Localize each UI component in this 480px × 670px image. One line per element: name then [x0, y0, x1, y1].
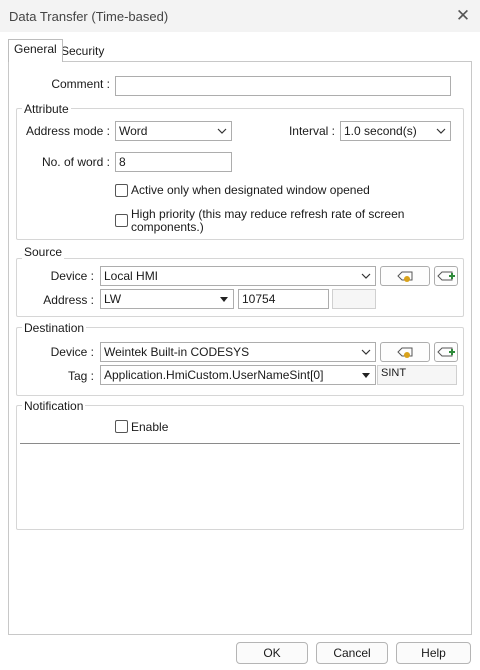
- source-legend: Source: [22, 245, 65, 259]
- destination-device-select[interactable]: Weintek Built-in CODESYS: [100, 342, 376, 362]
- source-address-input[interactable]: 10754: [238, 289, 329, 309]
- cancel-button[interactable]: Cancel: [316, 642, 388, 664]
- address-mode-value: Word: [119, 124, 148, 138]
- comment-label: Comment :: [51, 77, 110, 91]
- notification-legend: Notification: [22, 399, 86, 413]
- notification-enable-label: Enable: [131, 420, 169, 434]
- active-only-label: Active only when designated window opene…: [131, 183, 370, 197]
- chevron-down-icon: [361, 273, 371, 279]
- source-device-value: Local HMI: [104, 269, 159, 283]
- source-address-type-select[interactable]: LW: [100, 289, 234, 309]
- destination-device-label: Device :: [50, 345, 94, 359]
- help-button[interactable]: Help: [396, 642, 471, 664]
- destination-device-settings-button[interactable]: [380, 342, 430, 362]
- source-device-settings-button[interactable]: [380, 266, 430, 286]
- interval-select[interactable]: 1.0 second(s): [340, 121, 451, 141]
- notification-divider: [20, 443, 460, 444]
- tag-settings-icon: [397, 347, 413, 358]
- source-device-add-button[interactable]: [434, 266, 458, 286]
- notification-enable-checkbox[interactable]: [115, 420, 128, 433]
- destination-legend: Destination: [22, 321, 87, 335]
- high-priority-checkbox[interactable]: [115, 214, 128, 227]
- tag-add-icon: [437, 271, 455, 281]
- comment-input[interactable]: [115, 76, 451, 96]
- address-mode-select[interactable]: Word: [115, 121, 232, 141]
- tag-settings-icon: [397, 271, 413, 282]
- triangle-down-icon: [220, 297, 228, 302]
- source-address-label: Address :: [43, 293, 94, 307]
- notification-group: [16, 405, 464, 530]
- source-device-select[interactable]: Local HMI: [100, 266, 376, 286]
- tag-add-icon: [437, 347, 455, 357]
- ok-button[interactable]: OK: [236, 642, 308, 664]
- high-priority-label-line2: components.): [131, 220, 204, 234]
- source-device-label: Device :: [50, 269, 94, 283]
- chevron-down-icon: [361, 349, 371, 355]
- active-only-checkbox[interactable]: [115, 184, 128, 197]
- interval-label: Interval :: [288, 124, 335, 138]
- close-icon[interactable]: ✕: [452, 6, 474, 26]
- interval-value: 1.0 second(s): [344, 124, 417, 138]
- destination-device-add-button[interactable]: [434, 342, 458, 362]
- destination-tag-value: Application.HmiCustom.UserNameSint[0]: [104, 368, 324, 382]
- window-title: Data Transfer (Time-based): [9, 9, 169, 24]
- word-count-label: No. of word :: [41, 155, 110, 169]
- address-mode-label: Address mode :: [25, 124, 110, 138]
- source-address-type-value: LW: [104, 292, 122, 306]
- attribute-legend: Attribute: [22, 102, 71, 116]
- chevron-down-icon: [436, 128, 446, 134]
- destination-tag-type: SINT: [377, 365, 457, 385]
- tab-general[interactable]: General: [8, 39, 63, 62]
- destination-tag-label: Tag :: [67, 369, 94, 383]
- triangle-down-icon: [362, 373, 370, 378]
- source-address-index: [332, 289, 376, 309]
- tab-security[interactable]: Security: [56, 42, 109, 63]
- word-count-input[interactable]: 8: [115, 152, 232, 172]
- destination-device-value: Weintek Built-in CODESYS: [104, 345, 250, 359]
- chevron-down-icon: [217, 128, 227, 134]
- destination-tag-select[interactable]: Application.HmiCustom.UserNameSint[0]: [100, 365, 376, 385]
